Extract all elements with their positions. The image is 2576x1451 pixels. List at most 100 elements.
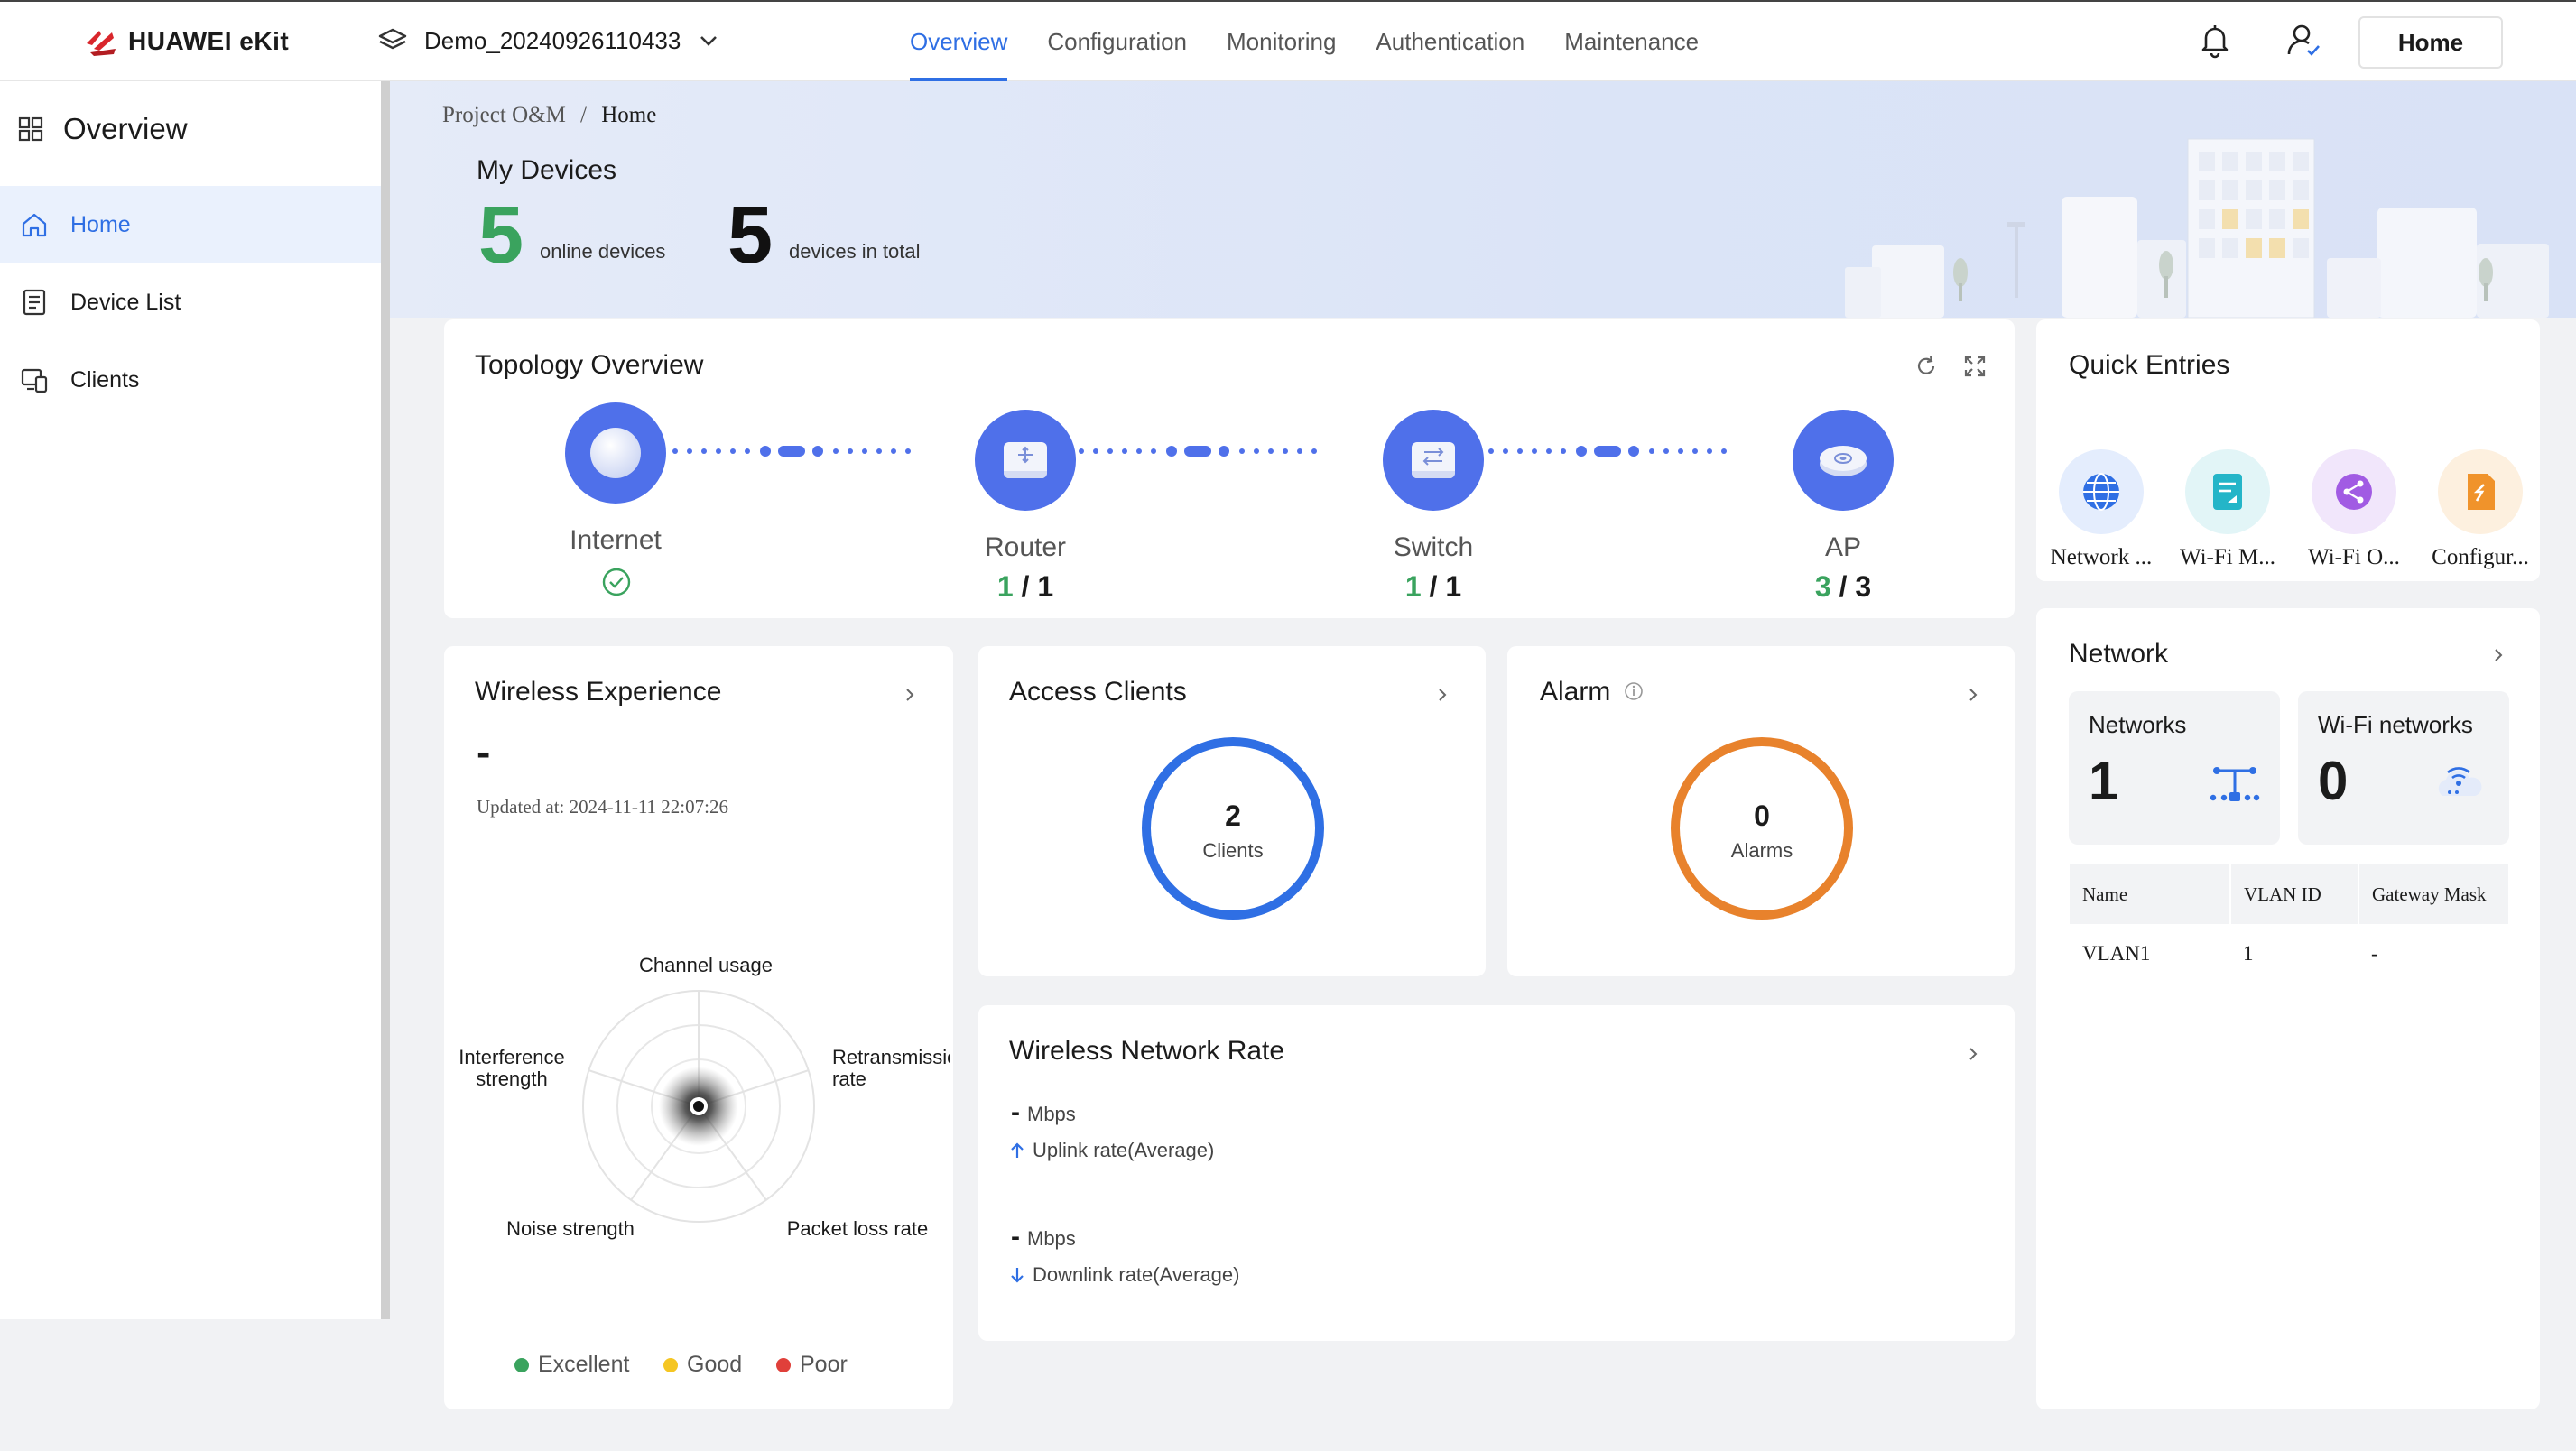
nav-authentication[interactable]: Authentication: [1376, 2, 1524, 81]
legend-excellent: Excellent: [514, 1352, 629, 1378]
network-table: Name VLAN ID Gateway Mask VLAN1 1 -: [2070, 864, 2508, 984]
wifi-doc-icon: [2213, 474, 2242, 510]
brand-logo[interactable]: HUAWEI eKit: [81, 22, 289, 61]
wireless-experience-card: Wireless Experience - Updated at: 2024-1…: [444, 646, 953, 1409]
nav-maintenance[interactable]: Maintenance: [1564, 2, 1699, 81]
project-name: Demo_20240926110433: [424, 26, 681, 54]
quick-entry-label: Network ...: [2050, 545, 2153, 569]
arrow-down-icon: [1011, 1268, 1024, 1283]
sidebar-header: Overview: [18, 112, 188, 146]
device-list-icon: [23, 289, 46, 316]
topology-node-switch[interactable]: [1383, 410, 1484, 511]
legend-poor: Poor: [776, 1352, 848, 1378]
globe-icon: [2083, 473, 2119, 511]
count-separator: /: [1429, 570, 1438, 603]
top-bar: HUAWEI eKit Demo_20240926110433 Overview…: [0, 0, 2576, 81]
column-header-gateway-mask[interactable]: Gateway Mask: [2358, 864, 2508, 924]
nav-configuration[interactable]: Configuration: [1047, 2, 1187, 81]
radar-label-retransmission: Retransmissio rate: [832, 1047, 950, 1090]
breadcrumb-parent[interactable]: Project O&M: [442, 103, 566, 127]
sidebar-item-clients[interactable]: Clients: [0, 341, 381, 419]
downlink-rate: - Mbps: [1011, 1222, 1076, 1252]
user-icon[interactable]: [2284, 20, 2323, 60]
networks-summary[interactable]: Networks 1: [2069, 691, 2280, 845]
radar-label-line: Interference: [459, 1046, 565, 1068]
my-devices-banner: [390, 81, 2576, 318]
count-separator: /: [1839, 570, 1848, 603]
table-cell-gateway-mask: -: [2371, 942, 2378, 965]
wireless-experience-updated: Updated at: 2024-11-11 22:07:26: [477, 796, 728, 818]
sidebar-item-device-list[interactable]: Device List: [0, 263, 381, 341]
quick-entries-title: Quick Entries: [2069, 350, 2230, 380]
network-card: Network Networks 1 Wi-Fi networks 0: [2036, 608, 2540, 1409]
info-icon[interactable]: [1623, 680, 1645, 702]
alarm-title: Alarm: [1540, 677, 1611, 707]
quick-entries-card: Quick Entries Network ... Wi-Fi M... Wi-…: [2036, 319, 2540, 581]
chevron-right-icon[interactable]: [901, 686, 919, 704]
router-device-icon: [1004, 442, 1047, 478]
chevron-right-icon[interactable]: [1964, 1045, 1982, 1063]
topology-card: Topology Overview Internet Router 1 / 1 …: [444, 319, 2015, 618]
uplink-label-text: Uplink rate(Average): [1033, 1139, 1215, 1161]
bell-icon[interactable]: [2195, 20, 2235, 60]
ap-online-count: 3: [1814, 570, 1831, 603]
wifi-networks-label: Wi-Fi networks: [2318, 711, 2473, 738]
breadcrumb-current: Home: [601, 103, 657, 127]
column-header-vlan-id[interactable]: VLAN ID: [2230, 864, 2359, 924]
wireless-experience-value: -: [477, 728, 491, 775]
quick-entry-network[interactable]: Network ...: [2038, 449, 2164, 570]
chevron-right-icon[interactable]: [1433, 686, 1451, 704]
topology-label-internet: Internet: [570, 525, 662, 555]
quick-entry-icon-bg: [2312, 449, 2396, 534]
sidebar-item-label: Device List: [70, 289, 181, 315]
chevron-right-icon[interactable]: [1964, 686, 1982, 704]
legend-label: Excellent: [538, 1352, 630, 1377]
count-separator: /: [1021, 570, 1030, 603]
share-icon: [2336, 474, 2372, 510]
topology-node-ap[interactable]: [1793, 410, 1894, 511]
uplink-rate-value: -: [1011, 1097, 1020, 1127]
quick-entry-wifi-optimization[interactable]: Wi-Fi O...: [2291, 449, 2417, 570]
layers-icon: [378, 28, 407, 50]
nav-overview[interactable]: Overview: [910, 2, 1008, 81]
table-row[interactable]: VLAN1 1 -: [2070, 924, 2508, 984]
clients-ring[interactable]: 2 Clients: [1141, 736, 1325, 920]
topology-count-switch: 1 / 1: [1343, 570, 1524, 604]
legend-label: Poor: [800, 1352, 848, 1377]
switch-device-icon: [1412, 442, 1455, 478]
project-selector[interactable]: Demo_20240926110433: [377, 25, 720, 56]
alarms-ring[interactable]: 0 Alarms: [1670, 736, 1854, 920]
switch-online-count: 1: [1404, 570, 1422, 603]
topology-label-switch: Switch: [1393, 532, 1474, 562]
sidebar-item-label: Home: [70, 211, 131, 237]
wifi-networks-summary[interactable]: Wi-Fi networks 0: [2298, 691, 2509, 845]
wireless-radar-chart: [582, 990, 815, 1223]
switch-total-count: 1: [1445, 570, 1462, 603]
city-illustration: [1845, 138, 2549, 318]
topology-label-ap: AP: [1824, 532, 1862, 562]
quick-entry-wifi-management[interactable]: Wi-Fi M...: [2164, 449, 2291, 570]
config-doc-icon: [2468, 474, 2495, 510]
nav-monitoring[interactable]: Monitoring: [1227, 2, 1336, 81]
ap-total-count: 3: [1855, 570, 1872, 603]
quick-entry-configuration[interactable]: Configur...: [2417, 449, 2544, 570]
wireless-experience-title: Wireless Experience: [475, 677, 722, 707]
topology-node-router[interactable]: [975, 410, 1076, 511]
column-header-name[interactable]: Name: [2070, 864, 2231, 924]
table-cell-name: VLAN1: [2082, 942, 2151, 965]
radar-label-line: Retransmissio: [832, 1047, 950, 1068]
table-header-row: Name VLAN ID Gateway Mask: [2070, 864, 2508, 924]
home-button[interactable]: Home: [2358, 16, 2503, 69]
sidebar-scrollbar[interactable]: [381, 81, 390, 1319]
top-icons: [2195, 20, 2323, 60]
quick-entry-label: Wi-Fi O...: [2308, 545, 2400, 569]
sidebar-item-label: Clients: [70, 366, 140, 393]
sidebar-item-home[interactable]: Home: [0, 186, 381, 263]
total-devices-count: 5: [727, 190, 774, 281]
topology-node-internet[interactable]: [565, 402, 666, 504]
quick-entry-icon-bg: [2185, 449, 2270, 534]
router-total-count: 1: [1037, 570, 1054, 603]
sidebar: Overview Home Device List Clients: [0, 81, 386, 1319]
chevron-right-icon[interactable]: [2489, 646, 2507, 664]
quick-entry-icon-bg: [2059, 449, 2144, 534]
